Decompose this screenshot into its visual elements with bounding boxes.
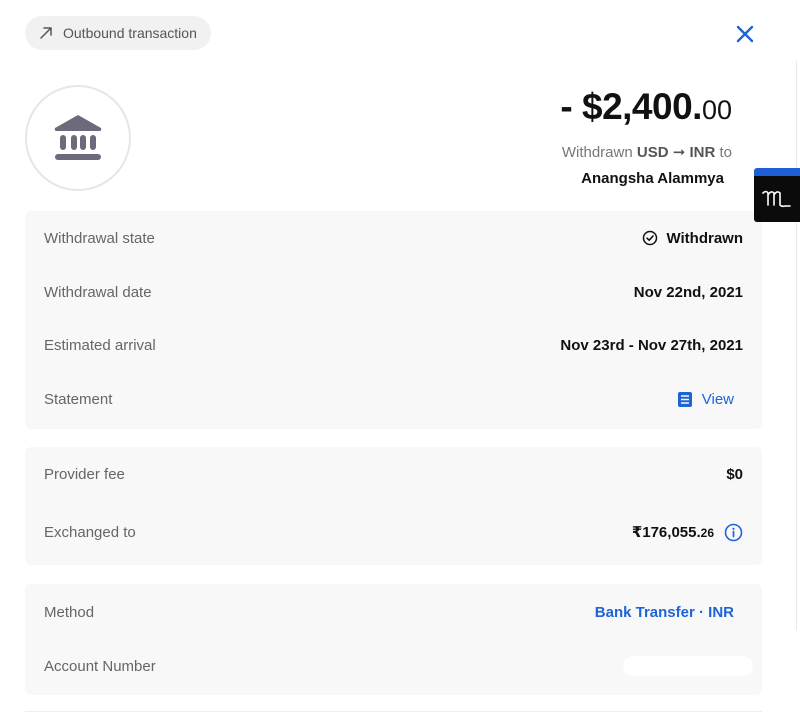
fees-card: Provider fee $0 Exchanged to ₹176,055.26 — [25, 447, 762, 565]
exchanged-cents: 26 — [700, 526, 714, 540]
transaction-amount: - $2,400.00 — [560, 86, 732, 128]
withdrawal-state-row: Withdrawal state Withdrawn — [44, 226, 743, 250]
withdrawal-details-card: Withdrawal state Withdrawn Withdrawal da… — [25, 211, 762, 429]
exchanged-label: Exchanged to — [44, 523, 136, 541]
estimated-arrival-row: Estimated arrival Nov 23rd - Nov 27th, 2… — [44, 333, 743, 357]
panel-edge-divider — [796, 60, 797, 630]
arrow-up-right-icon — [39, 26, 53, 40]
estimated-arrival-value: Nov 23rd - Nov 27th, 2021 — [560, 336, 743, 354]
method-value-link[interactable]: Bank Transfer · INR — [595, 604, 734, 621]
exchanged-value: ₹176,055.26 — [632, 523, 743, 542]
method-row: Method Bank Transfer · INR — [44, 600, 743, 624]
to-word: to — [719, 144, 732, 161]
close-icon — [736, 25, 754, 43]
extension-logo-icon — [762, 190, 791, 208]
close-button[interactable] — [733, 22, 757, 46]
currency-conversion: Withdrawn USD ➞ INR to — [562, 143, 732, 161]
arrow-right-icon: ➞ — [672, 144, 686, 161]
document-icon — [677, 391, 692, 407]
redacted-account-number — [623, 656, 753, 676]
provider-fee-row: Provider fee $0 — [44, 462, 743, 486]
info-icon[interactable] — [724, 523, 743, 542]
browser-extension-button[interactable] — [754, 168, 800, 222]
divider — [25, 711, 762, 712]
statement-label: Statement — [44, 390, 113, 408]
statement-row: Statement View — [44, 387, 743, 411]
recipient-name: Anangsha Alammya — [581, 170, 724, 187]
account-number-label: Account Number — [44, 657, 156, 675]
avatar — [25, 85, 131, 191]
method-label: Method — [44, 603, 95, 621]
bank-icon — [54, 115, 102, 160]
currency-from: USD — [636, 144, 669, 161]
method-card: Method Bank Transfer · INR Account Numbe… — [25, 584, 762, 695]
provider-fee-value: $0 — [726, 465, 743, 483]
account-number-row: Account Number — [44, 654, 753, 678]
provider-fee-label: Provider fee — [44, 465, 125, 483]
statement-view-link[interactable]: View — [677, 390, 734, 408]
withdrawal-state-text: Withdrawn — [666, 229, 743, 247]
currency-to: INR — [689, 144, 716, 161]
exchanged-main: ₹176,055. — [631, 524, 701, 541]
withdrawal-date-label: Withdrawal date — [44, 283, 152, 301]
check-circle-icon — [643, 230, 658, 246]
estimated-arrival-label: Estimated arrival — [44, 336, 156, 354]
withdrawal-state-value: Withdrawn — [642, 230, 743, 247]
amount-cents: 00 — [701, 95, 732, 125]
transaction-detail-panel: Outbound transaction - $2,400.00 Withdra… — [0, 0, 770, 715]
withdrawal-date-value: Nov 22nd, 2021 — [633, 283, 743, 301]
withdrawal-state-label: Withdrawal state — [44, 229, 155, 247]
exchanged-row: Exchanged to ₹176,055.26 — [44, 520, 743, 544]
badge-label: Outbound transaction — [63, 25, 197, 41]
withdrawal-date-row: Withdrawal date Nov 22nd, 2021 — [44, 280, 743, 304]
withdrawn-prefix: Withdrawn — [561, 144, 633, 161]
transaction-type-badge: Outbound transaction — [25, 16, 211, 50]
amount-main: - $2,400. — [560, 86, 702, 127]
statement-view-label: View — [701, 390, 734, 408]
